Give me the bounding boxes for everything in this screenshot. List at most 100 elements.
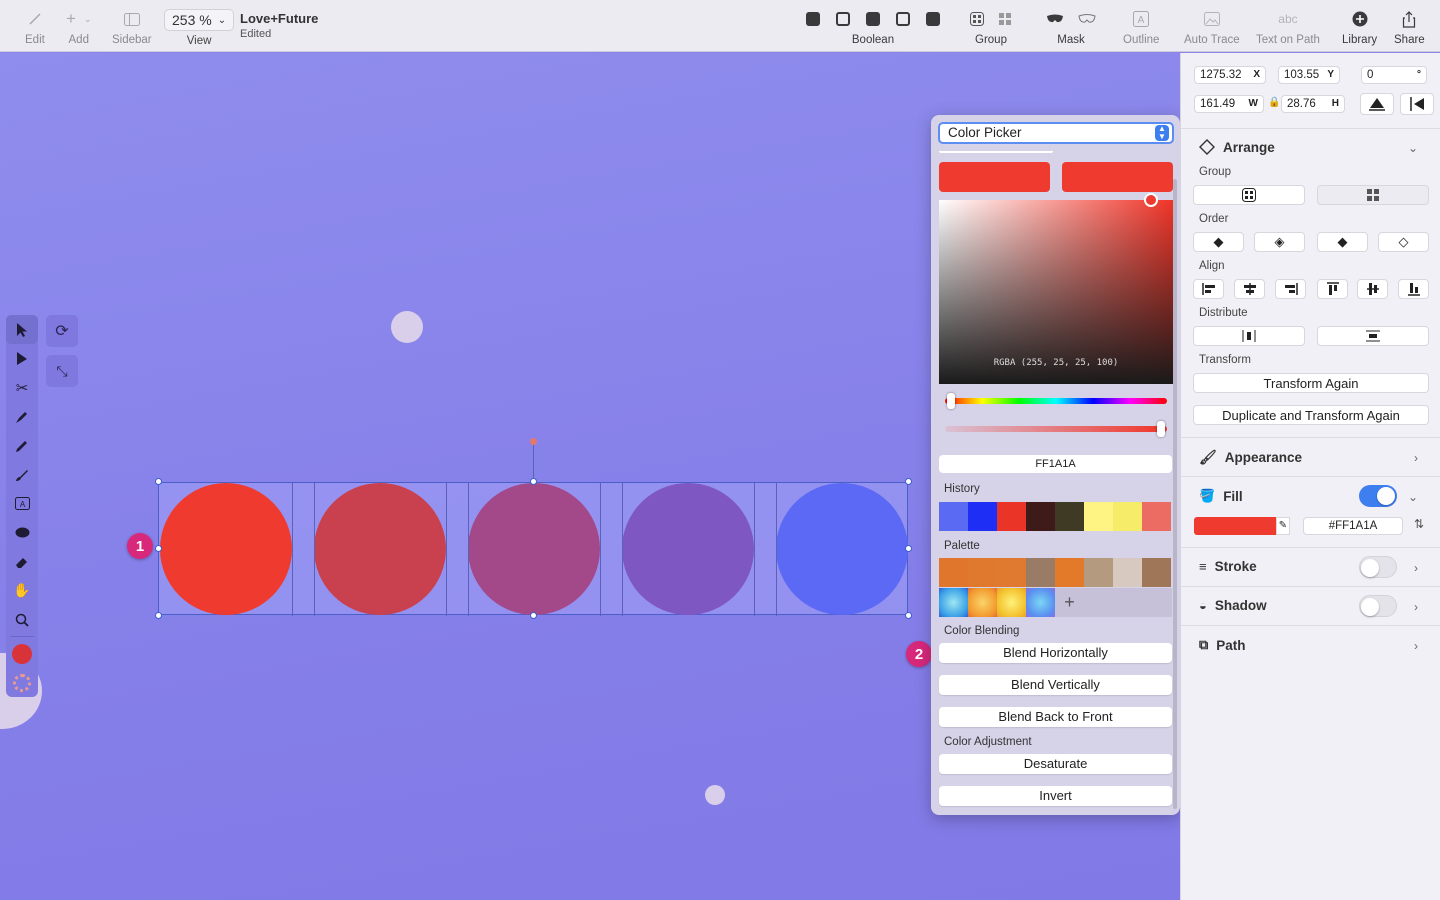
boolean-group[interactable]: Boolean [806, 6, 940, 46]
zoom-tool[interactable] [6, 605, 38, 634]
align-center-button[interactable] [1234, 279, 1265, 299]
history-swatch[interactable] [1084, 502, 1113, 531]
height-field[interactable]: 28.76 H [1281, 95, 1345, 113]
text-on-path-button[interactable]: abc Text on Path [1256, 6, 1320, 46]
resize-handle-r[interactable] [905, 545, 912, 552]
history-swatch[interactable] [939, 502, 968, 531]
duplicate-transform-again-button[interactable]: Duplicate and Transform Again [1193, 405, 1429, 425]
ellipse-tool[interactable] [6, 518, 38, 547]
pencil-tool[interactable] [6, 431, 38, 460]
history-swatch[interactable] [997, 502, 1026, 531]
align-bottom-button[interactable] [1398, 279, 1429, 299]
shadow-toggle[interactable] [1359, 595, 1397, 617]
send-to-back-button[interactable]: ◇ [1378, 232, 1429, 252]
pen-tool[interactable] [6, 402, 38, 431]
opacity-slider-knob[interactable] [1157, 421, 1165, 437]
blend-back-to-front-button[interactable]: Blend Back to Front [939, 707, 1172, 727]
circle-5[interactable] [776, 483, 908, 615]
difference-icon[interactable] [896, 12, 910, 26]
history-swatch[interactable] [1113, 502, 1142, 531]
chevron-right-icon[interactable]: › [1414, 451, 1418, 465]
hex-input[interactable]: FF1A1A [939, 455, 1172, 473]
hue-slider-knob[interactable] [947, 393, 955, 409]
circle-2[interactable] [314, 483, 446, 615]
stroke-header[interactable]: ≡ Stroke [1199, 559, 1257, 574]
flip-horizontal-button[interactable] [1400, 93, 1434, 115]
share-button[interactable]: Share [1394, 6, 1425, 46]
current-color-swatch[interactable] [1062, 162, 1173, 192]
previous-color-swatch[interactable] [939, 162, 1050, 192]
ungroup-icon[interactable] [998, 12, 1012, 26]
arrange-header[interactable]: Arrange [1199, 139, 1275, 155]
resize-handle-bl[interactable] [155, 612, 162, 619]
palette-gradient-swatch[interactable] [997, 588, 1026, 617]
group-button[interactable] [1193, 185, 1305, 205]
fill-toggle[interactable] [1359, 485, 1397, 507]
palette-swatch[interactable] [939, 558, 968, 587]
library-button[interactable]: Library [1342, 6, 1377, 46]
rotation-field[interactable]: 0 ° [1361, 66, 1427, 84]
chevron-right-icon[interactable]: › [1414, 639, 1418, 653]
color-mode-select[interactable]: Color Picker ▲ ▼ [938, 122, 1174, 144]
text-tool[interactable]: A [6, 489, 38, 518]
rotation-handle[interactable] [530, 438, 537, 445]
unmask-icon[interactable] [1078, 14, 1096, 24]
popover-scrollbar[interactable] [1173, 179, 1177, 809]
send-backward-button[interactable]: ◆ [1317, 232, 1368, 252]
edit-button[interactable]: Edit [25, 6, 45, 46]
shadow-header[interactable]: ◒ Shadow [1199, 598, 1267, 613]
hue-slider[interactable] [945, 398, 1167, 404]
fill-header[interactable]: 🪣 Fill [1199, 488, 1243, 504]
y-position-field[interactable]: 103.55 Y [1278, 66, 1340, 84]
zoom-control[interactable]: 253 % ⌄ View [164, 9, 235, 47]
lock-icon[interactable]: 🔒 [1268, 97, 1280, 108]
palette-swatch[interactable] [1084, 558, 1113, 587]
align-right-button[interactable] [1275, 279, 1306, 299]
circle-3[interactable] [468, 483, 600, 615]
scissors-tool[interactable]: ✂ [6, 373, 38, 402]
history-swatch[interactable] [1142, 502, 1171, 531]
select-tool[interactable] [6, 315, 38, 344]
palette-swatch[interactable] [1142, 558, 1171, 587]
resize-handle-l[interactable] [155, 545, 162, 552]
divide-icon[interactable] [926, 12, 940, 26]
history-swatch[interactable] [1055, 502, 1084, 531]
history-swatch[interactable] [1026, 502, 1055, 531]
ungroup-button[interactable] [1317, 185, 1429, 205]
subtract-icon[interactable] [836, 12, 850, 26]
resize-handle-b[interactable] [530, 612, 537, 619]
circle-1[interactable] [160, 483, 292, 615]
align-left-button[interactable] [1193, 279, 1224, 299]
eraser-tool[interactable] [6, 547, 38, 576]
rotate-mode-button[interactable]: ⟳ [46, 315, 78, 347]
add-palette-color-button[interactable]: + [1055, 588, 1084, 617]
palette-gradient-swatch[interactable] [939, 588, 968, 617]
group-controls[interactable]: Group [970, 6, 1012, 46]
resize-handle-tr[interactable] [905, 478, 912, 485]
auto-trace-button[interactable]: Auto Trace [1184, 6, 1240, 46]
saturation-value-area[interactable]: RGBA (255, 25, 25, 100) [939, 193, 1173, 384]
hand-tool[interactable]: ✋ [6, 576, 38, 605]
stroke-toggle[interactable] [1359, 556, 1397, 578]
intersect-icon[interactable] [866, 12, 880, 26]
brush-tool[interactable] [6, 460, 38, 489]
fill-hex-field[interactable]: #FF1A1A [1303, 517, 1403, 535]
distribute-horizontal-button[interactable] [1193, 326, 1305, 346]
invert-button[interactable]: Invert [939, 786, 1172, 806]
resize-handle-tl[interactable] [155, 478, 162, 485]
direct-select-tool[interactable] [6, 344, 38, 373]
resize-handle-t[interactable] [530, 478, 537, 485]
distribute-vertical-button[interactable] [1317, 326, 1429, 346]
sidebar-button[interactable]: Sidebar [112, 6, 152, 46]
add-button[interactable]: + ⌄ Add [66, 6, 91, 46]
scale-mode-button[interactable]: ⤡ [46, 355, 78, 387]
flip-vertical-button[interactable] [1360, 93, 1394, 115]
chevron-down-icon[interactable]: ⌄ [1408, 141, 1418, 155]
swap-icon[interactable]: ⇅ [1414, 517, 1424, 531]
path-header[interactable]: ⧉ Path [1199, 637, 1246, 653]
group-icon[interactable] [970, 12, 984, 26]
eyedropper-icon[interactable]: ✎ [1276, 517, 1290, 535]
palette-gradient-swatch[interactable] [968, 588, 997, 617]
x-position-field[interactable]: 1275.32 X [1194, 66, 1266, 84]
fill-color-well[interactable] [6, 639, 38, 668]
